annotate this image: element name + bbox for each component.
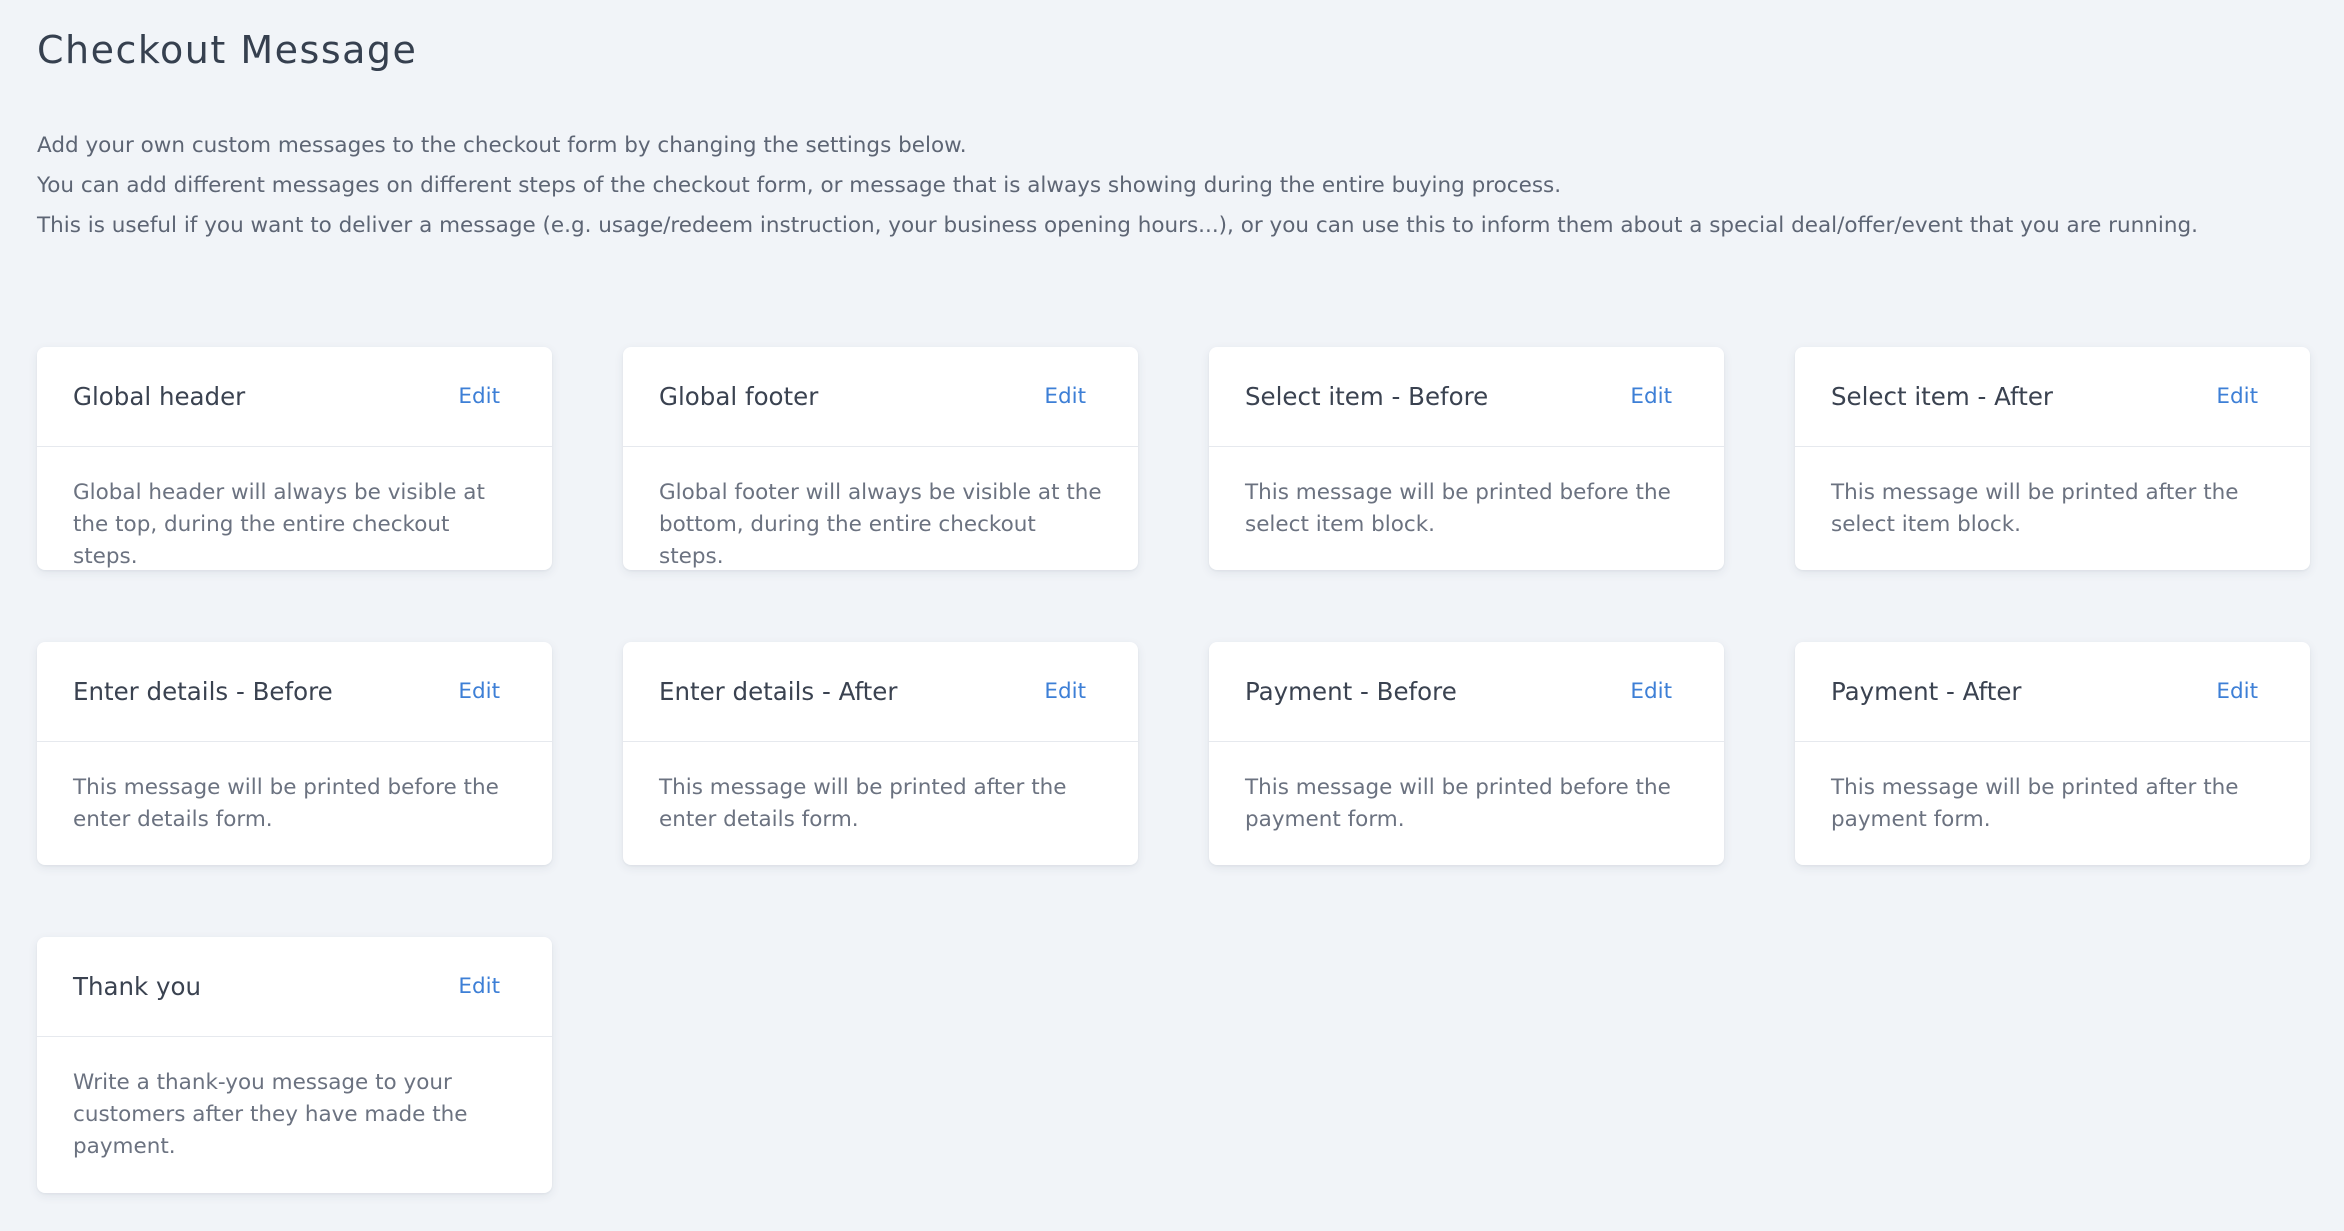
card-description: Global header will always be visible at …: [73, 480, 485, 569]
card-global-header: Global header Edit Global header will al…: [37, 347, 552, 570]
card-title: Enter details - Before: [73, 677, 333, 706]
card-description: This message will be printed before the …: [1245, 775, 1671, 832]
card-enter-details-before: Enter details - Before Edit This message…: [37, 642, 552, 865]
edit-enter-details-after-link[interactable]: Edit: [1044, 679, 1086, 704]
card-title: Enter details - After: [659, 677, 898, 706]
edit-enter-details-before-link[interactable]: Edit: [458, 679, 500, 704]
message-cards-grid: Global header Edit Global header will al…: [37, 347, 2311, 1193]
card-payment-before: Payment - Before Edit This message will …: [1209, 642, 1724, 865]
intro-text: Add your own custom messages to the chec…: [37, 126, 2311, 246]
card-header: Global footer Edit: [623, 347, 1138, 447]
card-header: Payment - Before Edit: [1209, 642, 1724, 742]
edit-payment-before-link[interactable]: Edit: [1630, 679, 1672, 704]
card-title: Payment - Before: [1245, 677, 1457, 706]
card-description: Write a thank-you message to your custom…: [73, 1070, 468, 1159]
edit-global-footer-link[interactable]: Edit: [1044, 384, 1086, 409]
card-header: Thank you Edit: [37, 937, 552, 1037]
page-title: Checkout Message: [37, 28, 418, 72]
card-title: Select item - After: [1831, 382, 2053, 411]
card-thank-you: Thank you Edit Write a thank-you message…: [37, 937, 552, 1193]
card-header: Payment - After Edit: [1795, 642, 2310, 742]
card-header: Enter details - After Edit: [623, 642, 1138, 742]
checkout-message-page: Checkout Message Add your own custom mes…: [37, 0, 2311, 1193]
card-description: This message will be printed after the s…: [1831, 480, 2239, 537]
edit-thank-you-link[interactable]: Edit: [458, 974, 500, 999]
edit-select-item-before-link[interactable]: Edit: [1630, 384, 1672, 409]
card-title: Thank you: [73, 972, 202, 1001]
intro-line-1: Add your own custom messages to the chec…: [37, 133, 967, 158]
card-title: Payment - After: [1831, 677, 2022, 706]
card-payment-after: Payment - After Edit This message will b…: [1795, 642, 2310, 865]
card-enter-details-after: Enter details - After Edit This message …: [623, 642, 1138, 865]
card-select-item-before: Select item - Before Edit This message w…: [1209, 347, 1724, 570]
card-header: Enter details - Before Edit: [37, 642, 552, 742]
card-title: Select item - Before: [1245, 382, 1489, 411]
card-description: Global footer will always be visible at …: [659, 480, 1102, 569]
card-description: This message will be printed before the …: [1245, 480, 1671, 537]
card-header: Global header Edit: [37, 347, 552, 447]
card-title: Global footer: [659, 382, 819, 411]
card-header: Select item - After Edit: [1795, 347, 2310, 447]
card-description: This message will be printed after the e…: [659, 775, 1067, 832]
intro-line-2: You can add different messages on differ…: [37, 173, 1562, 198]
intro-line-3: This is useful if you want to deliver a …: [37, 213, 2198, 238]
edit-global-header-link[interactable]: Edit: [458, 384, 500, 409]
edit-payment-after-link[interactable]: Edit: [2216, 679, 2258, 704]
edit-select-item-after-link[interactable]: Edit: [2216, 384, 2258, 409]
card-description: This message will be printed after the p…: [1831, 775, 2239, 832]
card-header: Select item - Before Edit: [1209, 347, 1724, 447]
card-description: This message will be printed before the …: [73, 775, 499, 832]
card-select-item-after: Select item - After Edit This message wi…: [1795, 347, 2310, 570]
card-title: Global header: [73, 382, 246, 411]
card-global-footer: Global footer Edit Global footer will al…: [623, 347, 1138, 570]
